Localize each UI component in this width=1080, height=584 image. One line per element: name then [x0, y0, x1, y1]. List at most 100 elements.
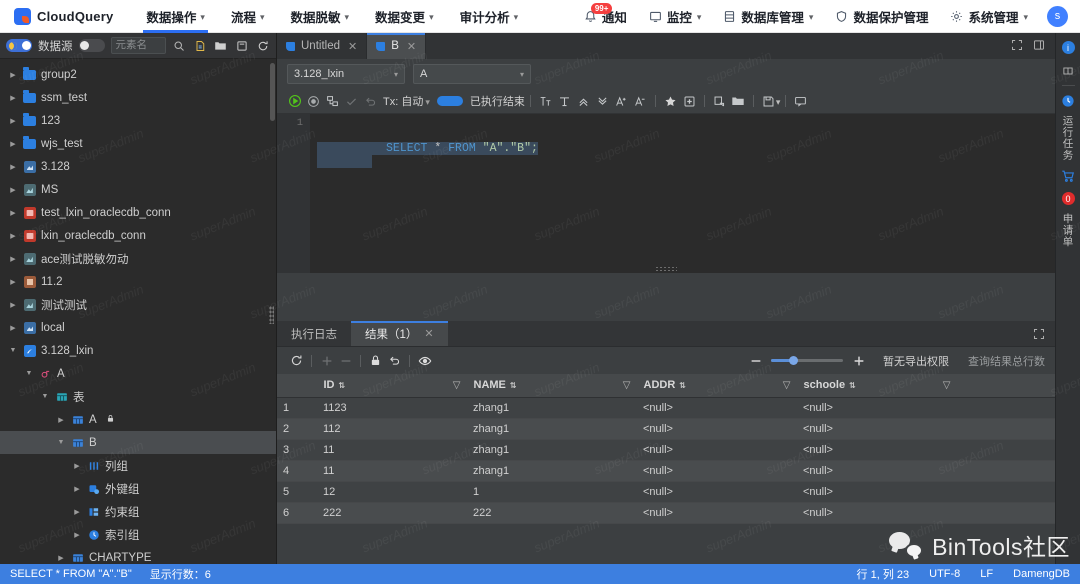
notifications-button[interactable]: 99+ 通知: [575, 0, 636, 33]
transaction-mode-label[interactable]: Tx: 自动: [383, 93, 423, 109]
chevron-right-icon[interactable]: ▶: [8, 324, 18, 332]
favorite-icon[interactable]: [661, 92, 680, 111]
cell-id[interactable]: 11: [317, 439, 467, 461]
text-format-icon[interactable]: [536, 92, 555, 111]
view-icon[interactable]: [415, 351, 434, 370]
chevron-right-icon[interactable]: ▶: [72, 508, 82, 516]
cell-addr[interactable]: <null>: [637, 481, 797, 503]
cell-id[interactable]: 222: [317, 502, 467, 524]
nav-item-data-masking[interactable]: 数据脱敏 ▾: [278, 0, 363, 33]
tree-node-11-2[interactable]: ▶ 11.2: [0, 270, 276, 293]
sql-code-line[interactable]: SELECT * FROM "A"."B";: [317, 116, 538, 181]
sort-icon[interactable]: ⇅: [510, 381, 517, 390]
cell-schoole[interactable]: <null>: [797, 397, 957, 419]
table-row[interactable]: 2 112 zhang1 <null> <null>: [277, 418, 1055, 440]
chevron-right-icon[interactable]: ▶: [8, 186, 18, 194]
font-increase-icon[interactable]: [612, 92, 631, 111]
tree-node-[interactable]: ▶ 测试测试: [0, 293, 276, 316]
cell-name[interactable]: zhang1: [467, 418, 637, 440]
cell-name[interactable]: 1: [467, 481, 637, 503]
chevron-right-icon[interactable]: ▶: [8, 209, 18, 217]
refresh-results-icon[interactable]: [287, 351, 306, 370]
nav-item-flow[interactable]: 流程 ▾: [218, 0, 278, 33]
system-admin-menu[interactable]: 系统管理 ▾: [941, 0, 1037, 33]
tree-node-test-lxin-oraclecdb-conn[interactable]: ▶ test_lxin_oraclecdb_conn: [0, 201, 276, 224]
sort-icon[interactable]: ⇅: [849, 381, 856, 390]
tree-node-ace[interactable]: ▶ ace测试脱敏勿动: [0, 247, 276, 270]
folder-icon[interactable]: [214, 37, 229, 54]
run-icon[interactable]: [285, 92, 304, 111]
run-selection-icon[interactable]: [304, 92, 323, 111]
tab-results[interactable]: 结果（1） ✕: [351, 321, 448, 346]
chevron-right-icon[interactable]: ▶: [8, 255, 18, 263]
slider-plus-icon[interactable]: [849, 351, 868, 370]
open-folder-icon[interactable]: [729, 92, 748, 111]
nav-item-data-operation[interactable]: 数据操作 ▾: [133, 0, 218, 33]
theme-toggle[interactable]: [6, 39, 32, 52]
maximize-icon[interactable]: [1011, 39, 1023, 54]
chevron-right-icon[interactable]: ▶: [8, 140, 18, 148]
tree-node-ssm-test[interactable]: ▶ ssm_test: [0, 86, 276, 109]
chevron-right-icon[interactable]: ▶: [8, 71, 18, 79]
cell-addr[interactable]: <null>: [637, 439, 797, 461]
chevron-right-icon[interactable]: ▶: [8, 94, 18, 102]
tree-node-wjs-test[interactable]: ▶ wjs_test: [0, 132, 276, 155]
table-row[interactable]: 5 12 1 <null> <null>: [277, 481, 1055, 503]
clock-icon[interactable]: [1060, 92, 1077, 109]
filter-icon[interactable]: ▽: [783, 380, 791, 391]
export-icon[interactable]: [710, 92, 729, 111]
column-header-schoole[interactable]: schoole ⇅ ▽: [797, 374, 957, 398]
cell-id[interactable]: 11: [317, 460, 467, 482]
snippet-icon[interactable]: [680, 92, 699, 111]
close-icon[interactable]: ✕: [348, 40, 357, 53]
close-icon[interactable]: ✕: [407, 40, 416, 53]
chevron-down-icon[interactable]: ▼: [8, 347, 18, 354]
editor-tab-b[interactable]: B ✕: [367, 33, 427, 59]
expand-all-icon[interactable]: [593, 92, 612, 111]
chevron-down-icon[interactable]: ▼: [56, 439, 66, 446]
tree-node-3-128[interactable]: ▶ 3.128: [0, 155, 276, 178]
element-search-input[interactable]: 元素名: [110, 37, 166, 54]
tree-node-chartype[interactable]: ▶ CHARTYPE: [0, 546, 276, 564]
chevron-down-icon[interactable]: ▼: [40, 393, 50, 400]
tree-node-[interactable]: ▶ 外键组: [0, 477, 276, 500]
cell-addr[interactable]: <null>: [637, 502, 797, 524]
lock-icon[interactable]: [366, 351, 385, 370]
tree-node-3-128-lxin[interactable]: ▼ 3.128_lxin: [0, 339, 276, 362]
tree-node-[interactable]: ▼ 表: [0, 385, 276, 408]
tab-execution-log[interactable]: 执行日志: [277, 321, 351, 346]
font-decrease-icon[interactable]: [631, 92, 650, 111]
revert-icon[interactable]: [385, 351, 404, 370]
cell-addr[interactable]: <null>: [637, 418, 797, 440]
tree-node-[interactable]: ▶ 索引组: [0, 523, 276, 546]
panel-resize-handle[interactable]: [655, 266, 677, 271]
sort-icon[interactable]: ⇅: [679, 381, 686, 390]
chevron-down-icon[interactable]: ▼: [24, 370, 34, 377]
column-header-addr[interactable]: ADDR ⇅ ▽: [637, 374, 797, 398]
slider-minus-icon[interactable]: [746, 351, 765, 370]
collapse-all-icon[interactable]: [574, 92, 593, 111]
database-admin-menu[interactable]: 数据库管理 ▾: [714, 0, 822, 33]
cell-schoole[interactable]: <null>: [797, 481, 957, 503]
cell-schoole[interactable]: <null>: [797, 418, 957, 440]
cell-id[interactable]: 112: [317, 418, 467, 440]
table-row[interactable]: 3 11 zhang1 <null> <null>: [277, 439, 1055, 461]
panel-layout-icon[interactable]: [1033, 39, 1045, 54]
column-header-id[interactable]: ID ⇅ ▽: [317, 374, 467, 398]
execution-plan-icon[interactable]: [323, 92, 342, 111]
request-form-label[interactable]: 申请单: [1061, 213, 1076, 248]
row-limit-slider[interactable]: [771, 356, 843, 365]
connection-select[interactable]: 3.128_lxin ▾: [287, 64, 405, 84]
monitor-menu[interactable]: 监控 ▾: [640, 0, 711, 33]
schema-select[interactable]: A ▾: [413, 64, 531, 84]
cart-icon[interactable]: [1060, 167, 1077, 184]
tree-node-b[interactable]: ▼ B: [0, 431, 276, 454]
cell-addr[interactable]: <null>: [637, 460, 797, 482]
auto-commit-toggle[interactable]: [436, 96, 463, 106]
sql-editor[interactable]: 1 SELECT * FROM "A"."B";: [277, 113, 1055, 273]
avatar[interactable]: s: [1047, 5, 1068, 27]
datasource-toggle[interactable]: [78, 39, 105, 52]
editor-tab-untitled[interactable]: Untitled ✕: [277, 33, 368, 59]
running-tasks-label[interactable]: 运行任务: [1061, 115, 1076, 161]
book-icon[interactable]: [1060, 62, 1077, 79]
